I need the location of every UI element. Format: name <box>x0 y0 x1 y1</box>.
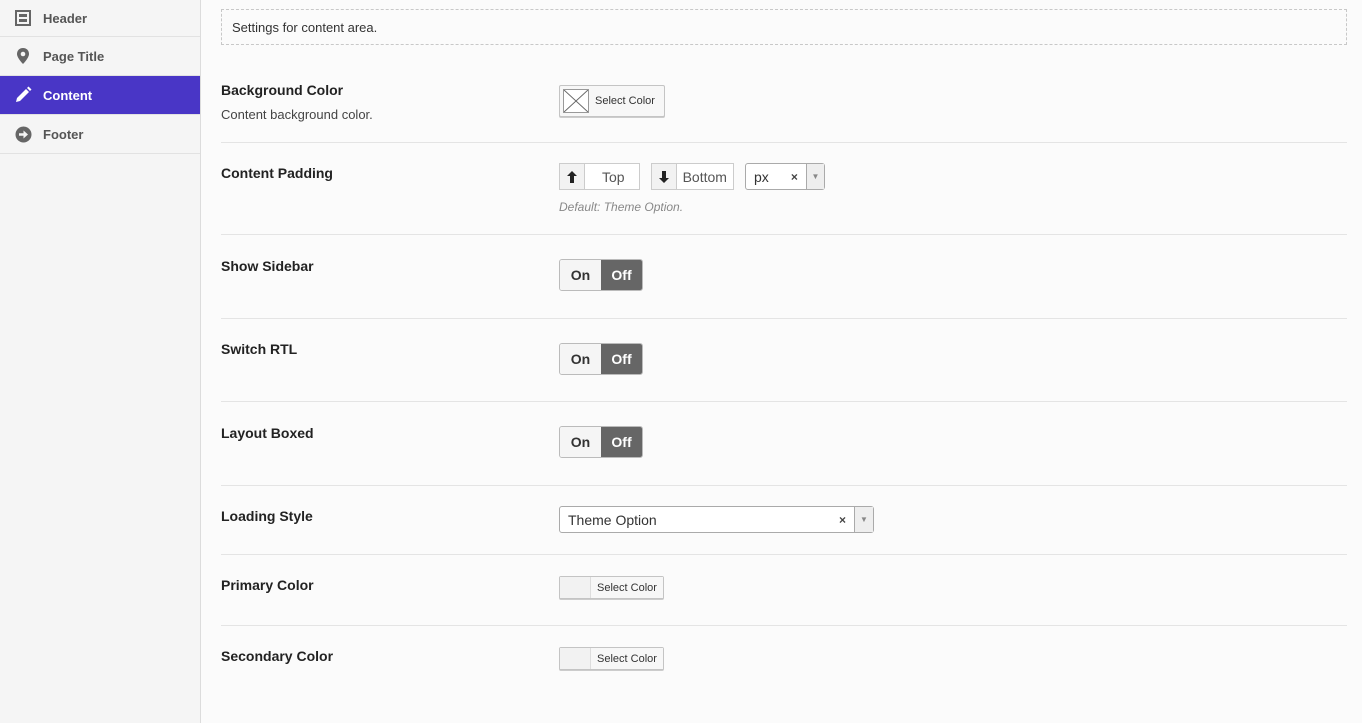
secondary-color-row: Secondary Color Select Color <box>221 626 1347 706</box>
content-settings-panel: Settings for content area. Background Co… <box>221 0 1347 723</box>
background-color-label: Background Color <box>221 82 344 98</box>
color-swatch <box>560 648 591 669</box>
padding-unit-value: px <box>753 168 769 185</box>
transparent-swatch-icon <box>563 89 589 113</box>
secondary-color-label: Secondary Color <box>221 648 334 664</box>
padding-unit-select[interactable]: px × ▼ <box>744 163 825 190</box>
arrow-up-icon <box>560 164 585 189</box>
background-color-row: Background Color Content background colo… <box>221 45 1347 143</box>
sidebar: Header Page Title Content Footer <box>0 0 201 723</box>
switch-rtl-row: Switch RTL On Off <box>221 319 1347 402</box>
show-sidebar-row: Show Sidebar On Off <box>221 235 1347 319</box>
sidebar-item-footer[interactable]: Footer <box>0 115 200 154</box>
secondary-color-picker-button[interactable]: Select Color <box>559 647 664 670</box>
sidebar-item-label: Footer <box>43 126 84 142</box>
sidebar-item-header[interactable]: Header <box>0 0 200 37</box>
sidebar-item-content[interactable]: Content <box>0 76 200 115</box>
color-swatch <box>560 577 591 598</box>
padding-top-input[interactable]: Top <box>559 163 640 190</box>
background-color-picker-button[interactable]: Select Color <box>559 85 665 117</box>
arrow-circle-right-icon <box>14 125 32 143</box>
loading-style-value: Theme Option <box>568 511 657 528</box>
switch-rtl-label: Switch RTL <box>221 341 298 357</box>
toggle-off-button[interactable]: Off <box>601 344 642 374</box>
loading-style-select[interactable]: Theme Option × ▼ <box>559 506 874 533</box>
show-sidebar-label: Show Sidebar <box>221 258 314 274</box>
toggle-on-button[interactable]: On <box>560 344 601 374</box>
section-notice: Settings for content area. <box>221 9 1347 45</box>
sidebar-item-label: Content <box>43 87 93 103</box>
sidebar-item-page-title[interactable]: Page Title <box>0 37 200 76</box>
layout-boxed-label: Layout Boxed <box>221 425 314 441</box>
loading-style-row: Loading Style Theme Option × ▼ <box>221 486 1347 555</box>
pencil-icon <box>14 86 32 104</box>
show-sidebar-toggle[interactable]: On Off <box>559 259 643 291</box>
sidebar-item-label: Page Title <box>43 48 105 64</box>
padding-top-placeholder: Top <box>602 168 625 185</box>
content-padding-row: Content Padding Top Bottom px × ▼ Defaul… <box>221 143 1347 235</box>
content-padding-label: Content Padding <box>221 165 333 181</box>
select-color-label: Select Color <box>591 577 663 598</box>
chevron-down-icon[interactable]: ▼ <box>854 507 873 532</box>
map-pin-icon <box>14 47 32 65</box>
layout-boxed-toggle[interactable]: On Off <box>559 426 643 458</box>
padding-bottom-input[interactable]: Bottom <box>650 163 734 190</box>
switch-rtl-toggle[interactable]: On Off <box>559 343 643 375</box>
arrow-down-icon <box>651 164 677 189</box>
layout-icon <box>14 9 32 27</box>
primary-color-label: Primary Color <box>221 577 314 593</box>
sidebar-item-label: Header <box>43 10 88 26</box>
padding-bottom-placeholder: Bottom <box>682 168 727 185</box>
select-color-label: Select Color <box>589 89 661 113</box>
chevron-down-icon[interactable]: ▼ <box>805 164 824 189</box>
clear-icon[interactable]: × <box>791 170 798 184</box>
primary-color-row: Primary Color Select Color <box>221 555 1347 626</box>
toggle-on-button[interactable]: On <box>560 260 601 290</box>
background-color-description: Content background color. <box>221 107 373 122</box>
toggle-off-button[interactable]: Off <box>601 427 642 457</box>
layout-boxed-row: Layout Boxed On Off <box>221 402 1347 486</box>
clear-icon[interactable]: × <box>839 513 846 527</box>
toggle-off-button[interactable]: Off <box>601 260 642 290</box>
padding-default-hint: Default: Theme Option. <box>559 200 684 214</box>
loading-style-label: Loading Style <box>221 508 313 524</box>
primary-color-picker-button[interactable]: Select Color <box>559 576 664 599</box>
select-color-label: Select Color <box>591 648 663 669</box>
toggle-on-button[interactable]: On <box>560 427 601 457</box>
